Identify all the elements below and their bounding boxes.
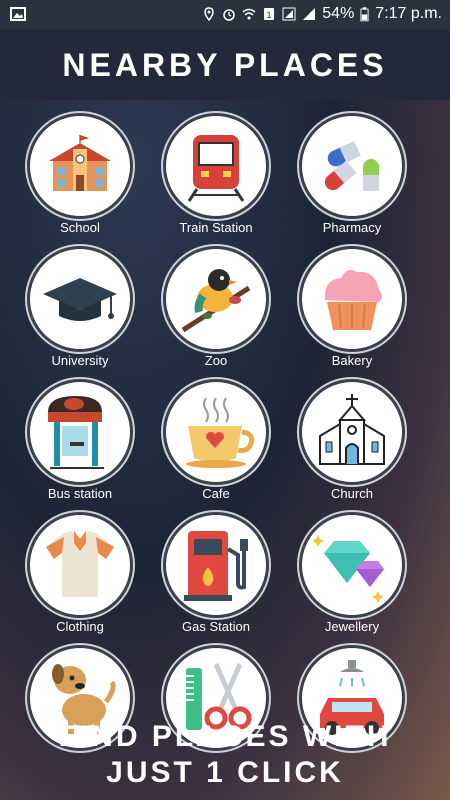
title-bar: NEARBY PLACES <box>0 30 450 100</box>
place-church[interactable]: Church <box>282 366 422 501</box>
wifi-icon <box>242 8 256 20</box>
place-bus-station[interactable]: Bus station <box>10 366 150 501</box>
location-icon <box>204 7 215 21</box>
clock: 7:17 p.m. <box>375 5 442 22</box>
status-bar: 1 54% 7:17 p.m. <box>0 0 450 30</box>
battery-percent: 54% <box>322 5 355 22</box>
place-jewellery[interactable]: Jewellery <box>282 499 422 634</box>
banner-line-1: FIND PLACES WITH <box>58 720 392 753</box>
promo-banner: FIND PLACES WITH JUST 1 CLICK <box>0 720 450 800</box>
page-title: NEARBY PLACES <box>62 46 388 83</box>
place-gas-station[interactable]: Gas Station <box>146 499 286 634</box>
place-bakery[interactable]: Bakery <box>282 233 422 368</box>
photo-icon <box>10 7 26 21</box>
pills-icon <box>302 116 402 216</box>
graduation-cap-icon <box>30 249 130 349</box>
sim1-icon: 1 <box>264 8 275 20</box>
gas-pump-icon <box>166 515 266 615</box>
place-zoo[interactable]: Zoo <box>146 233 286 368</box>
shirt-icon <box>30 515 130 615</box>
bird-icon <box>166 249 266 349</box>
battery-icon <box>360 6 369 21</box>
svg-text:1: 1 <box>267 10 272 20</box>
train-icon <box>166 116 266 216</box>
church-icon <box>302 382 402 482</box>
alarm-icon <box>223 9 236 21</box>
bus-stop-icon <box>30 382 130 482</box>
signal-box-icon <box>282 7 296 21</box>
place-school[interactable]: School <box>10 100 150 235</box>
places-grid: School Train Station Pharmacy University… <box>0 100 450 800</box>
place-cafe[interactable]: Cafe <box>146 366 286 501</box>
place-pharmacy[interactable]: Pharmacy <box>282 100 422 235</box>
cupcake-icon <box>302 249 402 349</box>
signal-icon <box>303 8 316 20</box>
coffee-cup-icon <box>166 382 266 482</box>
place-university[interactable]: University <box>10 233 150 368</box>
school-icon <box>30 116 130 216</box>
place-clothing[interactable]: Clothing <box>10 499 150 634</box>
diamond-icon <box>302 515 402 615</box>
place-train-station[interactable]: Train Station <box>146 100 286 235</box>
banner-line-2: JUST 1 CLICK <box>106 756 344 789</box>
